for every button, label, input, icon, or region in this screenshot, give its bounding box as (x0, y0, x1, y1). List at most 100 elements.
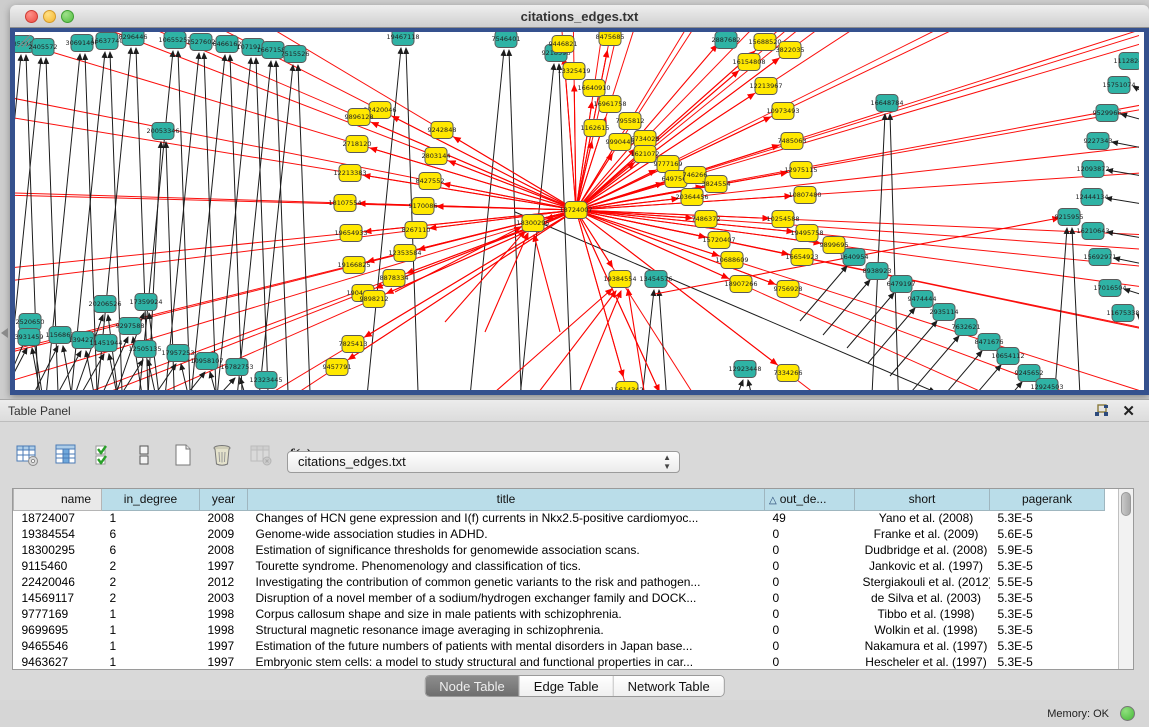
clear-selection-icon[interactable] (131, 442, 157, 468)
network-node[interactable]: 19654933 (334, 225, 367, 242)
network-node[interactable]: 16782753 (220, 359, 253, 376)
network-node[interactable]: 12923448 (728, 361, 761, 378)
column-visibility-icon[interactable] (53, 442, 79, 468)
network-node[interactable]: 9170086 (409, 198, 438, 215)
table-cell[interactable]: 5.3E-5 (990, 510, 1105, 526)
table-cell[interactable]: 9777169 (14, 606, 102, 622)
network-node[interactable]: 12975115 (784, 162, 817, 179)
table-cell[interactable]: 6 (102, 542, 200, 558)
network-node[interactable]: 12323445 (249, 372, 282, 389)
table-cell[interactable]: 2008 (200, 542, 248, 558)
table-cell[interactable]: de Silva et al. (2003) (855, 590, 990, 606)
network-node[interactable]: 12213967 (749, 78, 782, 95)
table-cell[interactable]: Corpus callosum shape and size in male p… (248, 606, 765, 622)
network-node[interactable]: 17359924 (129, 294, 162, 311)
network-node[interactable]: 11675338 (1106, 305, 1139, 322)
table-cell[interactable]: 22420046 (14, 574, 102, 590)
table-cell[interactable]: 0 (765, 606, 855, 622)
table-cell[interactable]: Stergiakouli et al. (2012) (855, 574, 990, 590)
network-node[interactable]: 9474444 (908, 291, 937, 308)
network-node[interactable]: 6734028 (631, 131, 660, 148)
network-node[interactable]: 1527602 (187, 34, 216, 51)
network-node[interactable]: 7515526 (281, 46, 310, 63)
column-header-name[interactable]: name (14, 489, 102, 510)
table-cell[interactable]: Investigating the contribution of common… (248, 574, 765, 590)
table-row[interactable]: 1830029562008Estimation of significance … (14, 542, 1105, 558)
network-node[interactable]: 15720407 (702, 232, 735, 249)
table-cell[interactable]: 9465546 (14, 638, 102, 654)
network-node[interactable]: 13325419 (557, 63, 590, 80)
table-cell[interactable]: Nakamura et al. (1997) (855, 638, 990, 654)
network-node[interactable]: 17016504 (1093, 280, 1126, 297)
network-node[interactable]: 9297588 (116, 318, 145, 335)
network-node[interactable]: 19467118 (386, 32, 419, 46)
table-row[interactable]: 946362711997Embryonic stem cells: a mode… (14, 654, 1105, 670)
network-node[interactable]: 9896128 (345, 109, 374, 126)
memory-status-icon[interactable] (1120, 706, 1135, 721)
column-header-title[interactable]: title (248, 489, 765, 510)
table-cell[interactable]: 0 (765, 542, 855, 558)
node-table[interactable]: namein_degreeyeartitle△out_de...shortpag… (12, 488, 1134, 670)
select-all-rows-icon[interactable] (92, 442, 118, 468)
network-node[interactable]: 9446821 (549, 36, 578, 53)
network-node[interactable]: 7546401 (492, 32, 521, 48)
column-header-pagerank[interactable]: pagerank (990, 489, 1105, 510)
table-cell[interactable]: 18724007 (14, 510, 102, 526)
network-node[interactable]: 1162615 (581, 120, 610, 137)
table-cell[interactable]: 6 (102, 526, 200, 542)
table-cell[interactable]: 14569117 (14, 590, 102, 606)
network-node[interactable]: 18107554 (328, 195, 361, 212)
network-node[interactable]: 7485063 (778, 133, 807, 150)
network-node[interactable]: 15614342 (610, 382, 643, 391)
network-node[interactable]: 2803144 (422, 148, 451, 165)
table-cell[interactable]: Hescheler et al. (1997) (855, 654, 990, 670)
tab-node-table[interactable]: Node Table (425, 676, 520, 696)
network-node[interactable]: 11128241 (1113, 53, 1139, 70)
network-node[interactable]: 16654923 (785, 249, 818, 266)
column-header-out_de[interactable]: △out_de... (765, 489, 855, 510)
table-scrollbar-thumb[interactable] (1121, 492, 1131, 516)
table-cell[interactable]: 0 (765, 654, 855, 670)
table-row[interactable]: 1456911722003Disruption of a novel membe… (14, 590, 1105, 606)
table-cell[interactable]: 5.9E-5 (990, 542, 1105, 558)
network-node[interactable]: 8296446 (119, 32, 148, 46)
delete-column-icon[interactable] (209, 442, 235, 468)
panel-collapse-arrow-icon[interactable] (1, 328, 8, 338)
table-cell[interactable]: 5.3E-5 (990, 606, 1105, 622)
table-cell[interactable]: 1997 (200, 558, 248, 574)
table-cell[interactable]: Tourette syndrome. Phenomenology and cla… (248, 558, 765, 574)
table-cell[interactable]: 0 (765, 590, 855, 606)
network-node[interactable]: 18907266 (724, 276, 757, 293)
table-cell[interactable]: 1 (102, 510, 200, 526)
table-cell[interactable]: 0 (765, 574, 855, 590)
network-node[interactable]: 15751074 (1102, 77, 1135, 94)
close-panel-icon[interactable]: ✕ (1122, 402, 1135, 420)
table-cell[interactable]: 1 (102, 654, 200, 670)
table-cell[interactable]: 18300295 (14, 542, 102, 558)
network-node[interactable]: 19166825 (337, 257, 370, 274)
network-node[interactable]: 2935114 (930, 304, 959, 321)
network-node[interactable]: 12353584 (388, 245, 421, 262)
table-cell[interactable]: 9115460 (14, 558, 102, 574)
network-node[interactable]: 9457791 (323, 359, 352, 376)
table-cell[interactable]: Embryonic stem cells: a model to study s… (248, 654, 765, 670)
network-node[interactable]: 2405572 (29, 39, 58, 56)
table-row[interactable]: 1872400712008Changes of HCN gene express… (14, 510, 1105, 526)
table-settings-icon[interactable] (14, 442, 40, 468)
table-cell[interactable]: 2008 (200, 510, 248, 526)
table-cell[interactable]: Genome-wide association studies in ADHD. (248, 526, 765, 542)
table-cell[interactable]: Wolkin et al. (1998) (855, 622, 990, 638)
table-cell[interactable]: 1 (102, 606, 200, 622)
table-cell[interactable]: Changes of HCN gene expression and I(f) … (248, 510, 765, 526)
table-cell[interactable]: 2 (102, 558, 200, 574)
network-node[interactable]: 16210643 (1076, 223, 1109, 240)
network-node[interactable]: 3824554 (702, 176, 731, 193)
network-canvas[interactable]: 1853105240557230691406166377408296446106… (10, 28, 1149, 395)
table-cell[interactable]: 2 (102, 574, 200, 590)
table-row[interactable]: 2242004622012Investigating the contribut… (14, 574, 1105, 590)
table-cell[interactable]: 1998 (200, 622, 248, 638)
network-node[interactable]: 16648784 (870, 95, 903, 112)
column-header-short[interactable]: short (855, 489, 990, 510)
table-cell[interactable]: 1998 (200, 606, 248, 622)
network-node[interactable]: 16154808 (732, 54, 765, 71)
